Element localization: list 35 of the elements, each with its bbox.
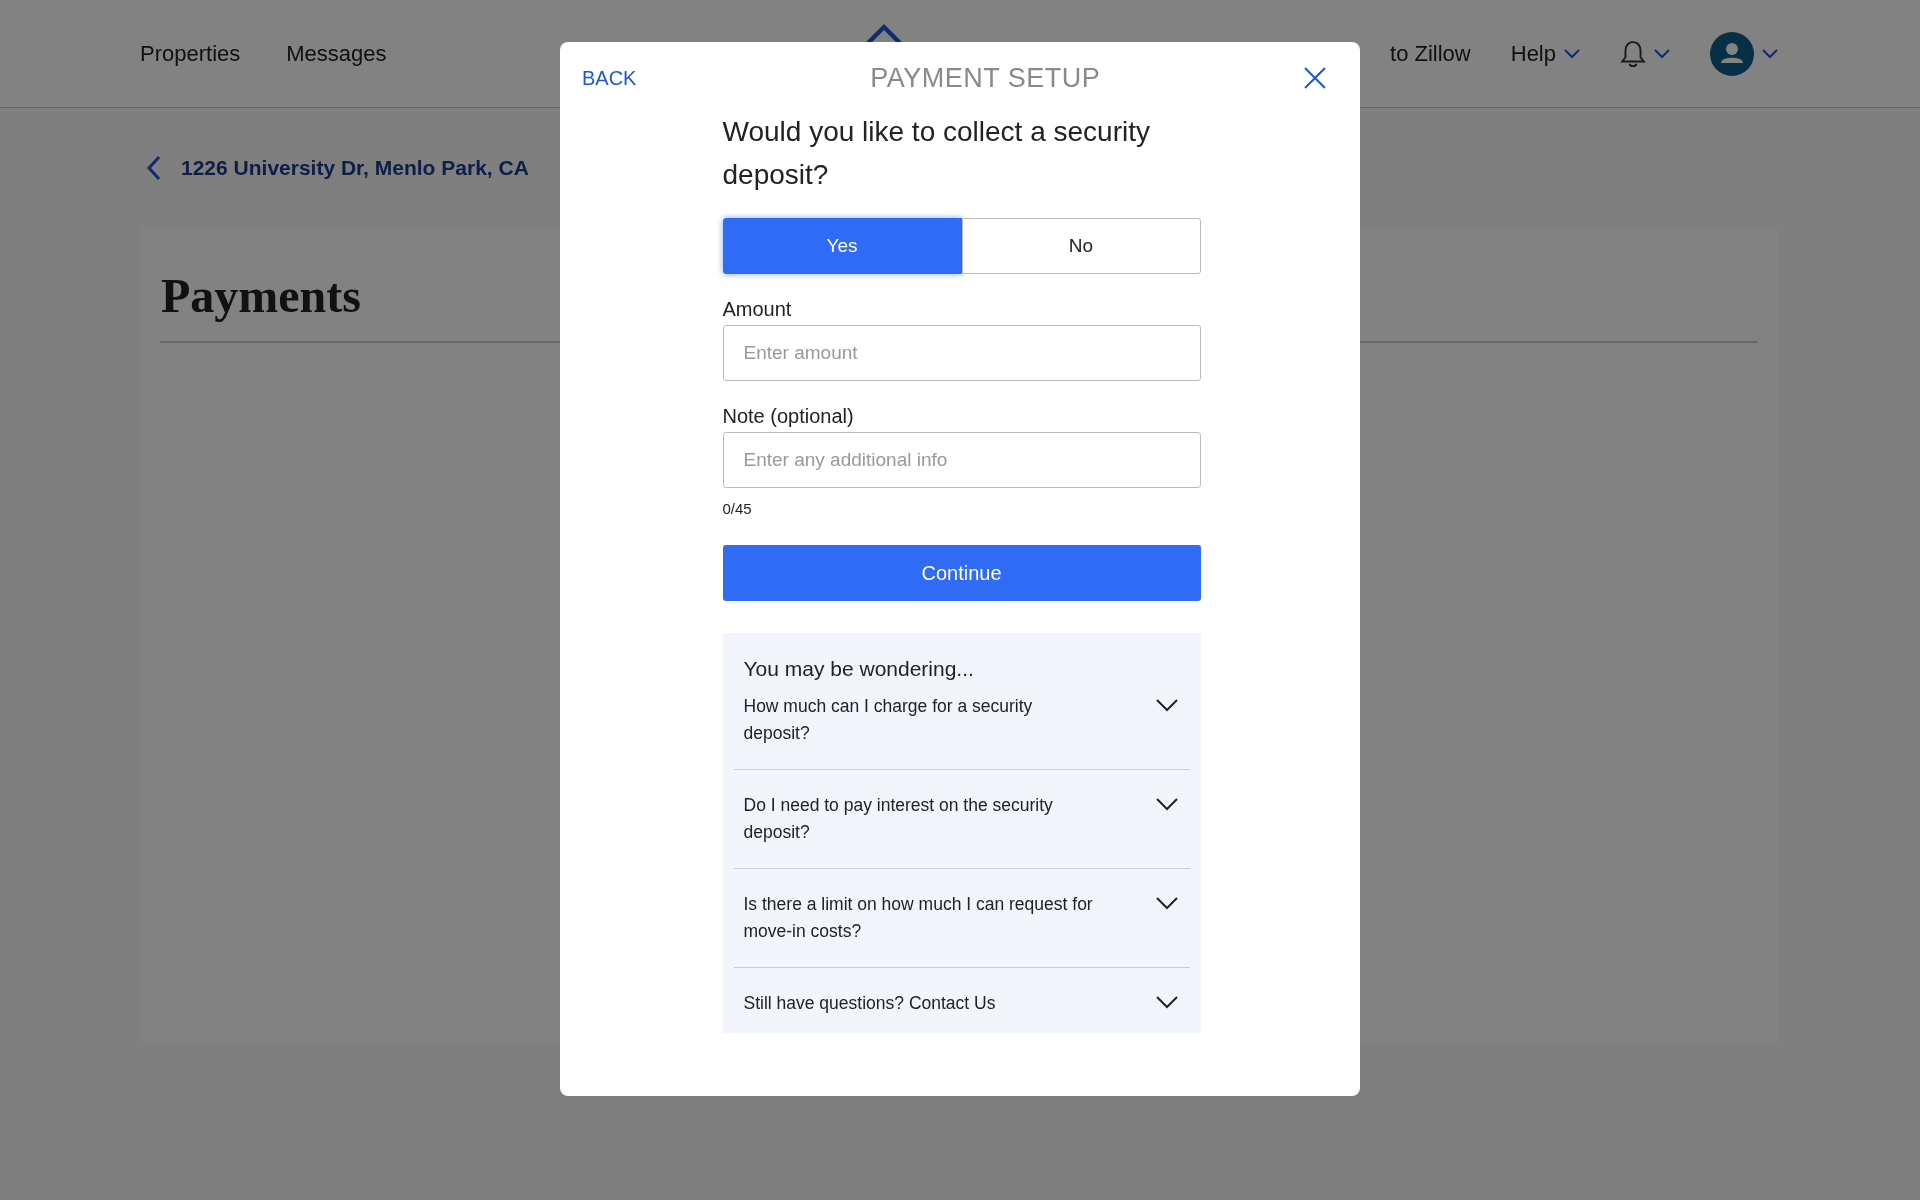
account-menu[interactable] — [1710, 31, 1778, 76]
faq-title: You may be wondering... — [742, 657, 975, 681]
field-label: Amount — [722, 298, 793, 321]
caret-icon[interactable] — [1564, 48, 1580, 59]
faq-question[interactable]: Do I need to pay interest on the security deposit? — [743, 792, 1099, 846]
caret-icon[interactable] — [1654, 48, 1670, 59]
character-counter: 0/45 — [722, 500, 753, 517]
property-address-link[interactable]: 1226 University Dr, Menlo Park, CA — [181, 156, 529, 180]
faq-question[interactable]: Is there a limit on how much I can request for move-in costs? — [743, 891, 1099, 945]
nav-link[interactable]: Properties — [140, 40, 241, 67]
avatar-icon[interactable] — [1710, 31, 1754, 76]
option-toggle[interactable]: Yes — [722, 218, 962, 274]
question-heading: Would you like to collect a security deposit? — [722, 115, 1151, 192]
nav-link[interactable]: Messages — [286, 40, 387, 67]
bell-icon[interactable] — [1620, 39, 1646, 68]
chevron-down-icon[interactable] — [1155, 996, 1178, 1009]
continue-button[interactable]: Continue — [722, 545, 1201, 601]
chevron-down-icon[interactable] — [1155, 798, 1178, 811]
caret-icon[interactable] — [1762, 48, 1778, 59]
faq-question[interactable]: How much can I charge for a security deposit? — [743, 693, 1099, 747]
back-link[interactable]: BACK — [582, 66, 637, 90]
input-field[interactable]: Enter any additional info — [722, 432, 1201, 488]
back-to-site-link[interactable]: to Zillow — [1390, 40, 1471, 67]
faq-question[interactable]: Still have questions? Contact Us — [743, 990, 996, 1017]
chevron-down-icon[interactable] — [1155, 699, 1178, 712]
field-label: Note (optional) — [722, 405, 855, 428]
help-menu[interactable]: Help — [1510, 40, 1580, 67]
page-title: Payments — [161, 268, 361, 323]
back-chevron-icon[interactable] — [147, 155, 161, 181]
notifications-button[interactable] — [1620, 39, 1670, 68]
input-field[interactable]: Enter amount — [722, 325, 1201, 381]
option-toggle[interactable]: No — [961, 218, 1201, 274]
close-icon[interactable] — [1304, 67, 1326, 89]
dialog-title: PAYMENT SETUP — [870, 62, 1101, 94]
chevron-down-icon[interactable] — [1155, 897, 1178, 910]
